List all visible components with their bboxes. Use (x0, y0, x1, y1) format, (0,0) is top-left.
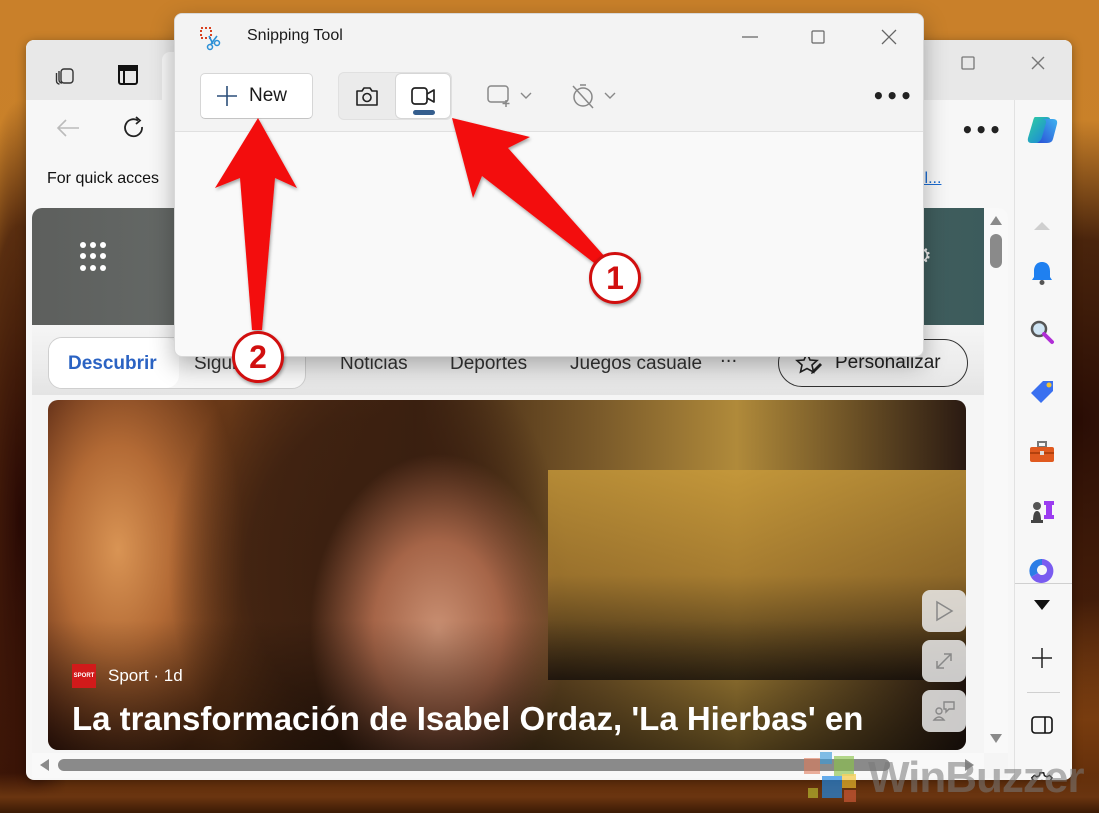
scroll-up-icon[interactable] (1027, 210, 1057, 240)
step-badge-2: 2 (232, 331, 284, 383)
bell-icon[interactable] (1027, 258, 1057, 288)
search-icon[interactable] (1027, 317, 1057, 347)
window-title: Snipping Tool (247, 27, 343, 44)
app-launcher-icon[interactable] (80, 242, 110, 272)
article-headline[interactable]: La transformación de Isabel Ordaz, 'La H… (72, 700, 863, 738)
expand-down-icon[interactable] (1027, 590, 1057, 620)
new-button[interactable]: New (200, 73, 313, 119)
source-logo: SPORT (72, 664, 96, 688)
tab-descubrir[interactable]: Descubrir (68, 353, 157, 375)
sidebar-divider (1015, 583, 1072, 584)
watermark: WinBuzzer (800, 748, 1084, 808)
no-delay-timer-icon (572, 84, 594, 109)
delay-dropdown[interactable] (570, 80, 616, 112)
chevron-down-icon (520, 92, 532, 99)
screenshot-mode-button[interactable] (339, 73, 395, 119)
scroll-left-arrow[interactable] (40, 759, 49, 771)
workspaces-icon[interactable] (52, 62, 78, 88)
games-icon[interactable] (1027, 496, 1057, 526)
add-icon[interactable] (1027, 643, 1057, 673)
vertical-scrollbar[interactable] (984, 208, 1008, 753)
source-and-age: Sport · 1d (108, 666, 183, 685)
close-button[interactable] (869, 22, 909, 52)
play-button[interactable] (922, 590, 966, 632)
step-badge-1: 1 (589, 252, 641, 304)
copilot-icon[interactable] (1025, 112, 1061, 148)
expand-button[interactable] (922, 640, 966, 682)
close-button[interactable] (1018, 50, 1058, 76)
sidebar-divider (1027, 692, 1060, 693)
edge-sidebar (1014, 100, 1072, 780)
camera-icon (356, 87, 378, 106)
maximize-button[interactable] (798, 22, 838, 52)
maximize-button[interactable] (948, 50, 988, 76)
snipping-tool-app-icon (199, 26, 223, 51)
plus-icon (217, 86, 237, 106)
scroll-up-arrow[interactable] (990, 216, 1002, 225)
chevron-down-icon (604, 92, 616, 99)
microsoft365-icon[interactable] (1027, 555, 1057, 585)
see-more-button[interactable]: ••• (872, 84, 913, 108)
vertical-tabs-icon[interactable] (115, 62, 141, 88)
shopping-tag-icon[interactable] (1027, 377, 1057, 407)
snipping-tool-window: Snipping Tool New ••• (174, 13, 924, 357)
winbuzzer-logo-icon (804, 752, 856, 802)
scrollbar-thumb[interactable] (58, 759, 890, 771)
conversation-button[interactable] (922, 690, 966, 732)
minimize-button[interactable] (730, 22, 770, 52)
browser-more-button[interactable]: ••• (961, 118, 1002, 142)
article-card[interactable]: SPORT Sport · 1d La transformación de Is… (48, 400, 966, 750)
scrollbar-thumb[interactable] (990, 234, 1002, 268)
back-button[interactable] (52, 112, 84, 144)
toolbox-icon[interactable] (1027, 437, 1057, 467)
rectangle-snip-icon (487, 85, 510, 107)
watermark-text: WinBuzzer (868, 753, 1084, 802)
scroll-down-arrow[interactable] (990, 734, 1002, 743)
capture-mode-toggle (338, 72, 452, 120)
video-camera-icon (411, 87, 435, 105)
favorites-manage-link[interactable]: il... (921, 170, 941, 188)
new-button-label: New (249, 85, 288, 106)
refresh-button[interactable] (118, 112, 150, 144)
card-actions (922, 590, 966, 740)
record-mode-button[interactable] (395, 73, 451, 119)
title-bar: Snipping Tool (175, 14, 923, 60)
article-source: SPORT Sport · 1d (72, 664, 183, 688)
snip-shape-dropdown[interactable] (486, 80, 532, 112)
split-screen-icon[interactable] (1027, 710, 1057, 740)
favorites-bar-hint: For quick acces (47, 170, 160, 187)
selected-mode-indicator (413, 110, 435, 115)
